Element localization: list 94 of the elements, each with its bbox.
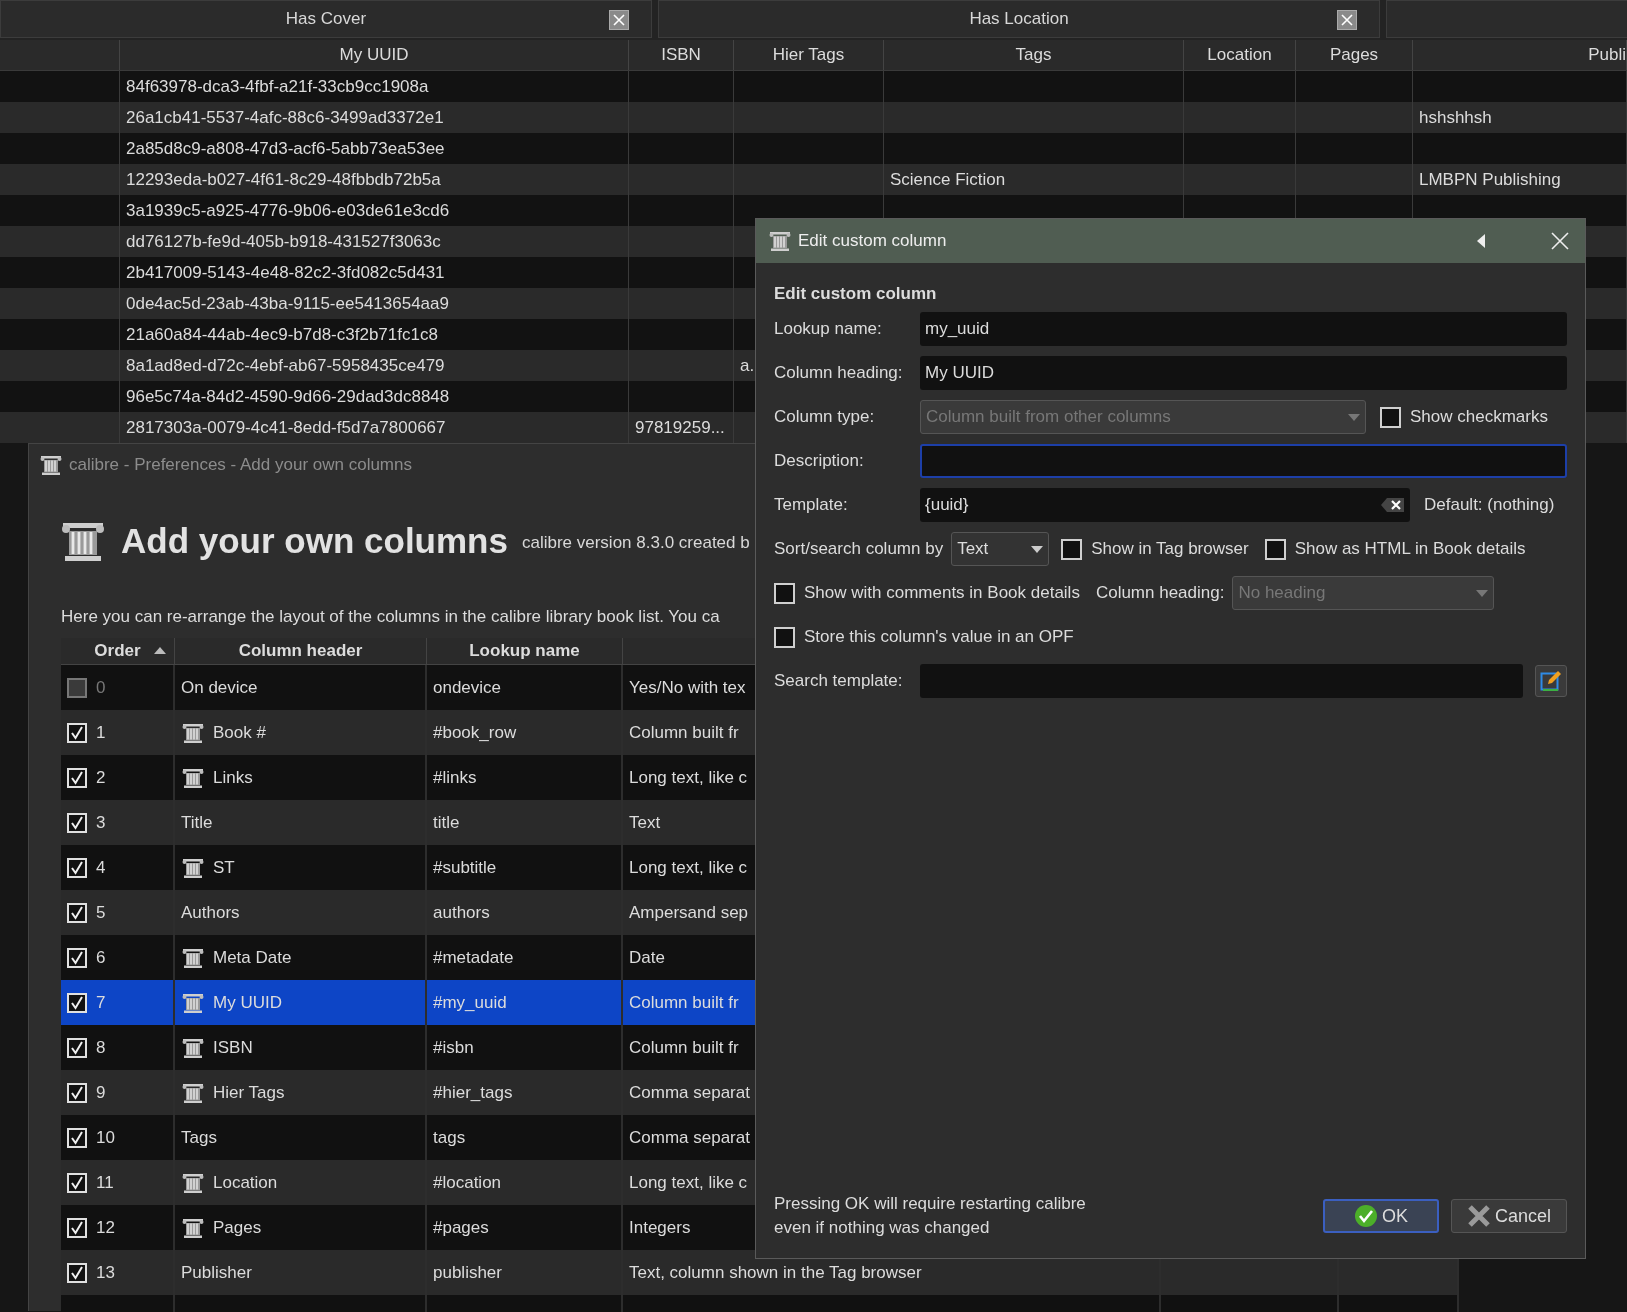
table-cell-text: hshshhsh bbox=[1419, 106, 1492, 129]
table-cell-text: ondevice bbox=[433, 676, 502, 699]
table-cell-text: 8a1ad8ed-d72c-4ebf-ab67-5958435ce479 bbox=[126, 354, 445, 377]
table-cell-text: publisher bbox=[433, 1261, 502, 1284]
table-cell-text: 1 bbox=[96, 721, 106, 744]
field-label: Lookup name: bbox=[774, 318, 883, 341]
table-cell-text: 5 bbox=[96, 901, 106, 924]
table-cell-text: Authors bbox=[181, 901, 240, 924]
checkbox-label: Show as HTML in Book details bbox=[1294, 538, 1526, 561]
table-cell-text: Hier Tags bbox=[213, 1081, 285, 1104]
table-cell-text: Text bbox=[629, 811, 661, 834]
table-cell-text: 6 bbox=[96, 946, 106, 969]
default-text: Default: (nothing) bbox=[1424, 494, 1555, 517]
table-cell-text: 0de4ac5d-23ab-43ba-9115-ee5413654aa9 bbox=[126, 292, 449, 315]
table-cell-text: authors bbox=[433, 901, 490, 924]
table-cell-text: Science Fiction bbox=[890, 168, 1006, 191]
table-cell-text: LMBPN Publishing bbox=[1419, 168, 1561, 191]
table-cell-text: Location bbox=[213, 1171, 278, 1194]
table-cell-text: 84f63978-dca3-4fbf-a21f-33cb9cc1908a bbox=[126, 75, 429, 98]
field-label: Column heading: bbox=[1095, 582, 1225, 605]
dialog-heading: Edit custom column bbox=[774, 283, 937, 305]
table-cell-text: 97819259... bbox=[635, 416, 725, 439]
table-cell-text: Pages bbox=[213, 1216, 262, 1239]
table-cell-text: 2817303a-0079-4c41-8edd-f5d7a7800667 bbox=[126, 416, 446, 439]
table-cell-text: Text, column shown in the Tag browser bbox=[629, 1261, 922, 1284]
table-cell-text: ST bbox=[213, 856, 235, 879]
table-cell-text: 4 bbox=[96, 856, 106, 879]
table-cell-text: Column built fr bbox=[629, 721, 739, 744]
table-cell-text: 26a1cb41-5537-4afc-88c6-3499ad3372e1 bbox=[126, 106, 444, 129]
table-cell-text: Title bbox=[181, 811, 213, 834]
table-cell-text: Comma separat bbox=[629, 1126, 750, 1149]
checkbox-label: Store this column's value in an OPF bbox=[804, 626, 1074, 649]
table-cell-text: #hier_tags bbox=[433, 1081, 513, 1104]
table-cell-text: #pages bbox=[433, 1216, 489, 1239]
table-cell-text: My UUID bbox=[213, 991, 282, 1014]
page-heading: Add your own columns bbox=[121, 519, 508, 562]
table-cell-text: #subtitle bbox=[433, 856, 497, 879]
table-cell-text: tags bbox=[433, 1126, 466, 1149]
table-cell-text: title bbox=[433, 811, 460, 834]
table-cell-text: 9 bbox=[96, 1081, 106, 1104]
table-cell-text: ISBN bbox=[213, 1036, 253, 1059]
table-cell-text: 2b417009-5143-4e48-82c2-3fd082c5d431 bbox=[126, 261, 445, 284]
checkbox-label: Show checkmarks bbox=[1410, 406, 1548, 429]
table-cell-text: a. bbox=[740, 354, 755, 377]
table-cell-text: 21a60a84-44ab-4ec9-b7d8-c3f2b71fc1c8 bbox=[126, 323, 438, 346]
table-cell-text: Meta Date bbox=[213, 946, 292, 969]
table-cell-text: 2 bbox=[96, 766, 106, 789]
field-label: Description: bbox=[774, 450, 865, 473]
table-cell-text: Column built fr bbox=[629, 1036, 739, 1059]
table-cell-text: 8 bbox=[96, 1036, 106, 1059]
table-cell-text: dd76127b-fe9d-405b-b918-431527f3063c bbox=[126, 230, 441, 253]
field-label: Column heading: bbox=[774, 362, 904, 385]
restart-note: Pressing OK will require restarting calibre even if nothing was changed bbox=[774, 1193, 1087, 1239]
table-cell-text: 12293eda-b027-4f61-8c29-48fbbdb72b5a bbox=[126, 168, 441, 191]
table-cell-text: Long text, like c bbox=[629, 766, 748, 789]
table-cell-text: 2a85d8c9-a808-47d3-acf6-5abb73ea53ee bbox=[126, 137, 445, 160]
table-cell-text: Yes/No with tex bbox=[629, 676, 746, 699]
table-cell-text: Long text, like c bbox=[629, 856, 748, 879]
checkbox-label: Show in Tag browser bbox=[1091, 538, 1249, 561]
table-cell-text: #metadate bbox=[433, 946, 514, 969]
table-cell-text: Integers bbox=[629, 1216, 691, 1239]
table-cell-text: #location bbox=[433, 1171, 502, 1194]
table-cell-text: Date bbox=[629, 946, 665, 969]
table-cell-text: 11 bbox=[96, 1171, 114, 1194]
table-cell-text: #my_uuid bbox=[433, 991, 507, 1014]
table-cell-text: Long text, like c bbox=[629, 1171, 748, 1194]
table-cell-text: 3a1939c5-a925-4776-9b06-e03de61e3cd6 bbox=[126, 199, 450, 222]
table-cell-text: #isbn bbox=[433, 1036, 474, 1059]
window-title: calibre - Preferences - Add your own columns bbox=[69, 454, 412, 477]
version-text: calibre version 8.3.0 created b bbox=[521, 532, 750, 554]
dialog-title: Edit custom column bbox=[798, 230, 948, 253]
table-cell-text: Book # bbox=[213, 721, 266, 744]
table-cell-text: On device bbox=[181, 676, 258, 699]
checkbox-label: Show with comments in Book details bbox=[804, 582, 1080, 605]
field-label: Search template: bbox=[774, 670, 904, 693]
table-cell-text: #book_row bbox=[433, 721, 517, 744]
table-cell-text: Comma separat bbox=[629, 1081, 750, 1104]
table-cell-text: 7 bbox=[96, 991, 106, 1014]
field-label: Sort/search column by bbox=[774, 538, 944, 561]
table-cell-text: 0 bbox=[96, 676, 106, 699]
table-cell-text: Column built fr bbox=[629, 991, 739, 1014]
table-cell-text: 10 bbox=[96, 1126, 115, 1149]
table-cell-text: #links bbox=[433, 766, 477, 789]
table-cell-text: Tags bbox=[181, 1126, 217, 1149]
table-cell-text: 13 bbox=[96, 1261, 115, 1284]
description-text: Here you can re-arrange the layout of the columns in the calibre library book list. You ca bbox=[61, 606, 720, 629]
field-label: Template: bbox=[774, 494, 849, 517]
table-cell-text: Links bbox=[213, 766, 253, 789]
table-cell-text: 12 bbox=[96, 1216, 115, 1239]
table-cell-text: 96e5c74a-84d2-4590-9d66-29dad3dc8848 bbox=[126, 385, 450, 408]
table-cell-text: 3 bbox=[96, 811, 106, 834]
table-cell-text: Publisher bbox=[181, 1261, 252, 1284]
table-cell-text: Ampersand sep bbox=[629, 901, 749, 924]
field-label: Column type: bbox=[774, 406, 876, 429]
